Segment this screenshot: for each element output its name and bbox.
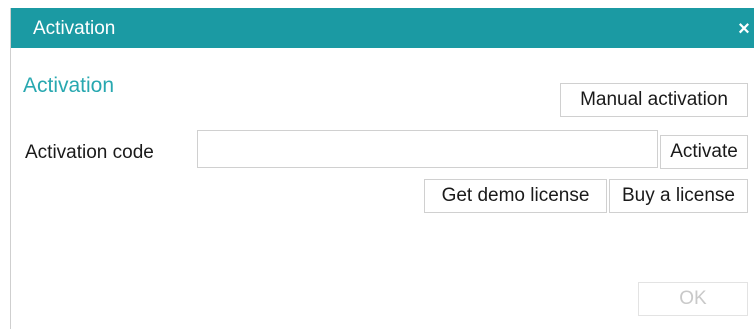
activation-dialog: Activation × Activation Manual activatio…: [10, 8, 754, 329]
window-title: Activation: [33, 18, 116, 39]
activation-code-label: Activation code: [25, 142, 154, 163]
buy-license-button[interactable]: Buy a license: [609, 179, 748, 213]
close-icon[interactable]: ×: [733, 17, 754, 41]
title-bar: Activation ×: [11, 8, 754, 48]
get-demo-license-button[interactable]: Get demo license: [424, 179, 607, 213]
activation-code-input[interactable]: [197, 130, 658, 168]
activate-button[interactable]: Activate: [660, 135, 748, 169]
section-heading: Activation: [23, 74, 115, 97]
manual-activation-button[interactable]: Manual activation: [560, 83, 748, 117]
ok-button[interactable]: OK: [638, 282, 748, 316]
